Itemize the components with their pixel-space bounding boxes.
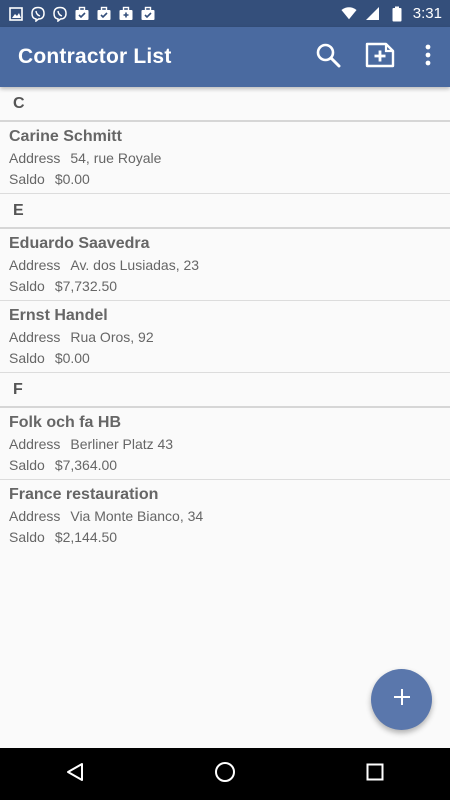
wifi-icon: [341, 6, 357, 22]
add-fab-button[interactable]: [371, 669, 432, 730]
address-row: Address Via Monte Bianco, 34: [9, 506, 441, 527]
list-item[interactable]: Carine Schmitt Address 54, rue Royale Sal…: [0, 122, 450, 194]
briefcase-check-icon: [96, 6, 112, 22]
list-item[interactable]: France restauration Address Via Monte Bia…: [0, 480, 450, 551]
contractor-list: C Carine Schmitt Address 54, rue Royale S…: [0, 87, 450, 551]
contractor-name: Eduardo Saavedra: [9, 235, 150, 252]
plus-icon: [393, 688, 411, 711]
app-bar: Contractor List: [0, 27, 450, 87]
contractor-name: Ernst Handel: [9, 307, 108, 324]
recents-button[interactable]: [345, 748, 405, 800]
section-header: F: [0, 373, 450, 408]
address-value: Av. dos Lusiadas, 23: [70, 257, 200, 273]
briefcase-check-icon: [74, 6, 90, 22]
address-value: Via Monte Bianco, 34: [70, 508, 204, 524]
app-bar-actions: [302, 27, 450, 87]
saldo-row: Saldo $7,364.00: [9, 455, 441, 476]
add-document-icon: [365, 42, 395, 73]
saldo-label: Saldo: [9, 529, 45, 545]
saldo-label: Saldo: [9, 350, 45, 366]
saldo-value: $2,144.50: [54, 529, 118, 545]
briefcase-check-icon: [140, 6, 156, 22]
saldo-value: $0.00: [54, 350, 90, 366]
address-value: Rua Oros, 92: [70, 329, 154, 345]
saldo-value: $7,364.00: [54, 457, 118, 473]
address-row: Address Rua Oros, 92: [9, 327, 441, 348]
saldo-label: Saldo: [9, 278, 45, 294]
list-item[interactable]: Eduardo Saavedra Address Av. dos Lusiadas…: [0, 229, 450, 301]
contractor-name: Carine Schmitt: [9, 128, 122, 145]
more-options-button[interactable]: [406, 27, 450, 87]
address-label: Address: [9, 150, 61, 166]
image-icon: [8, 6, 24, 22]
viber-icon: [30, 6, 46, 22]
saldo-label: Saldo: [9, 171, 45, 187]
address-label: Address: [9, 436, 61, 452]
search-button[interactable]: [302, 27, 354, 87]
list-item[interactable]: Ernst Handel Address Rua Oros, 92 Saldo $0…: [0, 301, 450, 373]
status-bar: 3:31: [0, 0, 450, 27]
saldo-row: Saldo $0.00: [9, 348, 441, 369]
clock: 3:31: [412, 5, 442, 22]
briefcase-plus-icon: [118, 6, 134, 22]
section-header: C: [0, 87, 450, 122]
section-header: E: [0, 194, 450, 229]
home-button[interactable]: [195, 748, 255, 800]
contractor-name: Folk och fa HB: [9, 414, 122, 431]
recents-icon: [366, 763, 384, 786]
page-title: Contractor List: [18, 45, 172, 68]
saldo-row: Saldo $7,732.50: [9, 276, 441, 297]
saldo-label: Saldo: [9, 457, 45, 473]
more-vert-icon: [425, 44, 431, 71]
address-label: Address: [9, 257, 61, 273]
address-value: 54, rue Royale: [70, 150, 162, 166]
address-row: Address Berliner Platz 43: [9, 434, 441, 455]
system-nav-bar: [0, 748, 450, 800]
battery-icon: [389, 6, 405, 22]
saldo-value: $7,732.50: [54, 278, 118, 294]
address-label: Address: [9, 329, 61, 345]
saldo-row: Saldo $0.00: [9, 169, 441, 190]
notification-icons: [8, 6, 156, 22]
system-status: 3:31: [341, 5, 442, 22]
saldo-value: $0.00: [54, 171, 90, 187]
address-value: Berliner Platz 43: [70, 436, 174, 452]
address-label: Address: [9, 508, 61, 524]
saldo-row: Saldo $2,144.50: [9, 527, 441, 548]
back-button[interactable]: [45, 748, 105, 800]
back-icon: [65, 762, 85, 787]
search-icon: [315, 42, 341, 73]
viber-icon: [52, 6, 68, 22]
home-icon: [214, 761, 236, 788]
contractor-name: France restauration: [9, 486, 159, 503]
signal-icon: [365, 6, 381, 22]
address-row: Address Av. dos Lusiadas, 23: [9, 255, 441, 276]
add-contractor-button[interactable]: [354, 27, 406, 87]
address-row: Address 54, rue Royale: [9, 148, 441, 169]
list-item[interactable]: Folk och fa HB Address Berliner Platz 43 …: [0, 408, 450, 480]
